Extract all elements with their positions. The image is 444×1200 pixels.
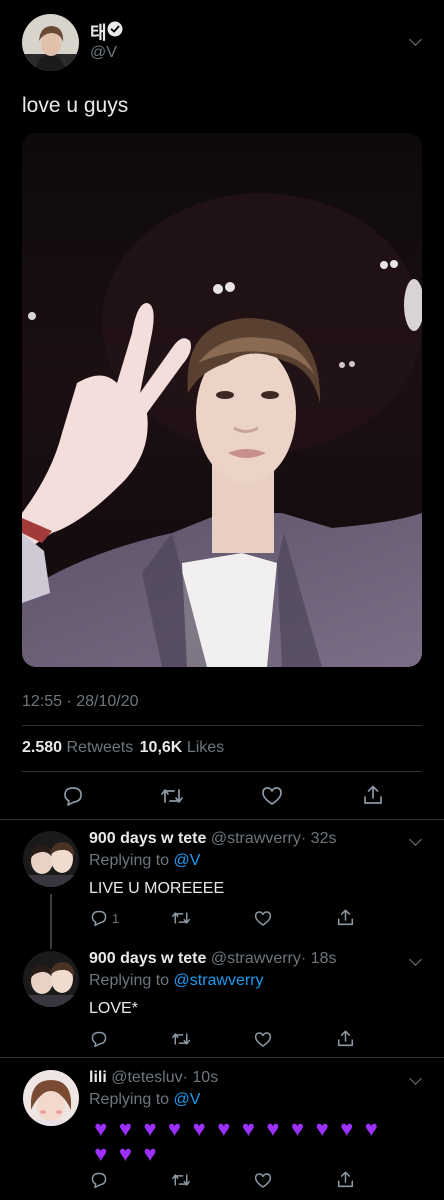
reply-avatar[interactable] [23, 1070, 79, 1126]
reply-author-name[interactable]: 900 days w tete [89, 830, 206, 847]
purple-heart-emoji: ♥ [143, 1116, 158, 1141]
reply-author-name[interactable]: lili [89, 1069, 107, 1086]
reply-icon[interactable] [90, 1171, 108, 1189]
verified-badge-icon [107, 21, 123, 37]
purple-heart-emoji: ♥ [192, 1116, 207, 1141]
reply-time[interactable]: · 10s [183, 1069, 219, 1086]
like-heart-icon[interactable] [254, 1031, 272, 1048]
like-heart-icon[interactable] [261, 786, 283, 806]
retweets-count[interactable]: 2.580 [22, 739, 62, 756]
chevron-down-icon[interactable] [409, 833, 422, 846]
purple-heart-emoji: ♥ [94, 1116, 109, 1141]
replying-to: Replying to @V [89, 1091, 200, 1109]
reply-icon[interactable] [90, 909, 108, 927]
purple-heart-emoji: ♥ [94, 1141, 109, 1166]
author-handle[interactable]: @V [90, 44, 117, 62]
purple-heart-emoji: ♥ [168, 1116, 183, 1141]
reply-text: LIVE U MOREEEE [89, 880, 225, 897]
reply-author-handle[interactable]: @strawverry [211, 950, 301, 967]
share-icon[interactable] [337, 1170, 354, 1189]
purple-heart-emoji: ♥ [118, 1116, 133, 1141]
reply-author-name[interactable]: 900 days w tete [89, 950, 206, 967]
purple-heart-emoji: ♥ [315, 1116, 330, 1141]
tweet-text: love u guys [22, 94, 129, 117]
likes-label[interactable]: Likes [187, 739, 224, 756]
retweet-icon[interactable] [160, 785, 184, 807]
reply-avatar[interactable] [23, 951, 79, 1007]
chevron-down-icon[interactable] [409, 1072, 422, 1085]
reply-text-hearts: ♥ ♥ ♥ ♥ ♥ ♥ ♥ ♥ ♥ ♥ ♥ ♥♥ ♥ ♥ [89, 1116, 389, 1166]
replying-to-label: Replying to [89, 972, 170, 989]
reply-header: lili @tetesluv· 10s [89, 1069, 218, 1087]
purple-heart-emoji: ♥ [340, 1116, 355, 1141]
reply-author-handle[interactable]: @tetesluv [111, 1069, 182, 1086]
reply-text: LOVE* [89, 1000, 138, 1017]
divider [0, 819, 444, 820]
like-heart-icon[interactable] [254, 910, 272, 927]
reply-avatar[interactable] [23, 831, 79, 887]
retweet-icon[interactable] [171, 1030, 191, 1048]
reply-icon[interactable] [90, 1030, 108, 1048]
reply-count: 1 [112, 911, 120, 926]
purple-heart-emoji: ♥ [217, 1116, 232, 1141]
purple-heart-emoji: ♥ [291, 1116, 306, 1141]
replying-to-label: Replying to [89, 852, 170, 869]
tweet-timestamp[interactable]: 12:55 · 28/10/20 [22, 693, 139, 711]
purple-heart-emoji: ♥ [143, 1141, 158, 1166]
reply-author-handle[interactable]: @strawverry [211, 830, 301, 847]
tweet-media-image[interactable] [22, 133, 422, 667]
like-heart-icon[interactable] [254, 1172, 272, 1189]
reply-icon[interactable] [62, 785, 84, 807]
purple-heart-emoji: ♥ [118, 1141, 133, 1166]
retweets-label[interactable]: Retweets [67, 739, 134, 756]
purple-heart-emoji: ♥ [364, 1116, 379, 1141]
replying-to-handle[interactable]: @V [174, 1091, 201, 1108]
author-avatar[interactable] [22, 14, 79, 71]
reply-time[interactable]: · 18s [301, 950, 337, 967]
purple-heart-emoji: ♥ [266, 1116, 281, 1141]
retweet-icon[interactable] [171, 909, 191, 927]
reply-header: 900 days w tete @strawverry· 18s [89, 950, 336, 968]
share-icon[interactable] [337, 908, 354, 927]
replying-to: Replying to @V [89, 852, 200, 870]
replying-to-label: Replying to [89, 1091, 170, 1108]
reply-time[interactable]: · 32s [301, 830, 337, 847]
share-icon[interactable] [337, 1029, 354, 1048]
chevron-down-icon[interactable] [409, 33, 422, 46]
share-icon[interactable] [363, 784, 383, 806]
divider [22, 725, 422, 726]
reply-header: 900 days w tete @strawverry· 32s [89, 830, 336, 848]
likes-count[interactable]: 10,6K [140, 739, 183, 756]
purple-heart-emoji: ♥ [241, 1116, 256, 1141]
retweet-icon[interactable] [171, 1171, 191, 1189]
chevron-down-icon[interactable] [409, 953, 422, 966]
replying-to: Replying to @strawverry [89, 972, 264, 990]
replying-to-handle[interactable]: @V [174, 852, 201, 869]
author-name[interactable]: 태 [90, 19, 107, 45]
divider [0, 1057, 444, 1058]
replying-to-handle[interactable]: @strawverry [174, 972, 264, 989]
tweet-stats: 2.580 Retweets 10,6K Likes [22, 739, 224, 757]
thread-line [50, 894, 52, 949]
divider [22, 771, 422, 772]
